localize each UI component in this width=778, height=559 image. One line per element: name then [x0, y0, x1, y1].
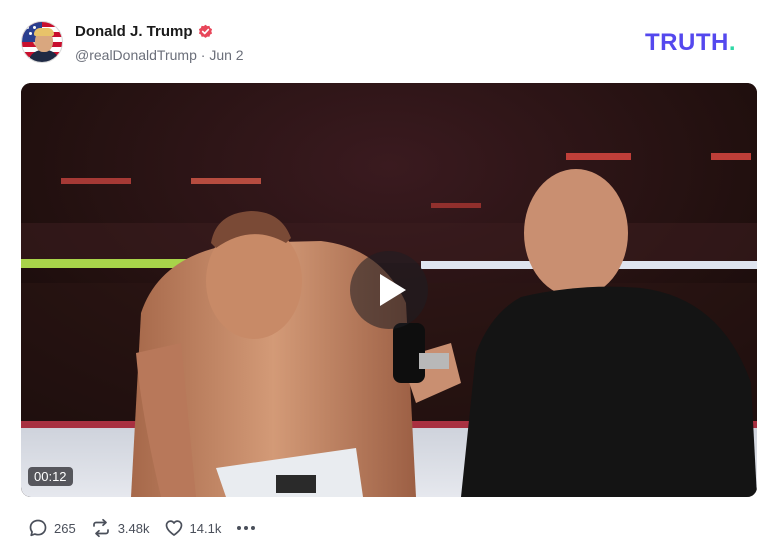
reply-button[interactable]: 265	[28, 518, 76, 538]
play-icon	[380, 274, 406, 306]
retruth-button[interactable]: 3.48k	[90, 518, 150, 538]
more-options-button[interactable]	[235, 526, 257, 530]
comment-bubble-icon	[29, 519, 47, 537]
verified-badge-icon	[198, 24, 212, 38]
avatar-hair	[34, 28, 54, 36]
repost-arrows-icon	[92, 518, 109, 538]
author-meta: @realDonaldTrump · Jun 2	[75, 47, 244, 63]
ellipsis-icon	[251, 526, 256, 530]
ellipsis-icon	[237, 526, 242, 530]
author-display-name[interactable]: Donald J. Trump	[75, 23, 193, 40]
heart-icon	[165, 520, 182, 536]
like-button[interactable]: 14.1k	[164, 518, 222, 538]
retruth-count: 3.48k	[117, 520, 150, 536]
avatar-star	[26, 26, 29, 29]
post-date[interactable]: Jun 2	[209, 47, 243, 63]
post-header: Donald J. Trump @realDonaldTrump · Jun 2…	[0, 0, 778, 82]
author-avatar[interactable]	[21, 21, 63, 63]
logo-dot: .	[728, 29, 736, 56]
ellipsis-icon	[244, 526, 249, 530]
reply-count: 265	[54, 520, 76, 536]
post-actions: 265 3.48k 14.1k	[28, 516, 257, 540]
avatar-star	[29, 32, 32, 35]
meta-separator: ·	[200, 47, 206, 63]
play-button[interactable]	[350, 251, 428, 329]
author-name-row: Donald J. Trump	[75, 23, 213, 40]
like-count: 14.1k	[189, 520, 222, 536]
truth-social-logo[interactable]: TRUTH.	[645, 29, 736, 57]
logo-text: TRUTH	[645, 29, 729, 56]
video-player[interactable]: 00:12	[21, 83, 757, 497]
author-handle[interactable]: @realDonaldTrump	[75, 47, 197, 63]
video-duration: 00:12	[28, 467, 73, 486]
